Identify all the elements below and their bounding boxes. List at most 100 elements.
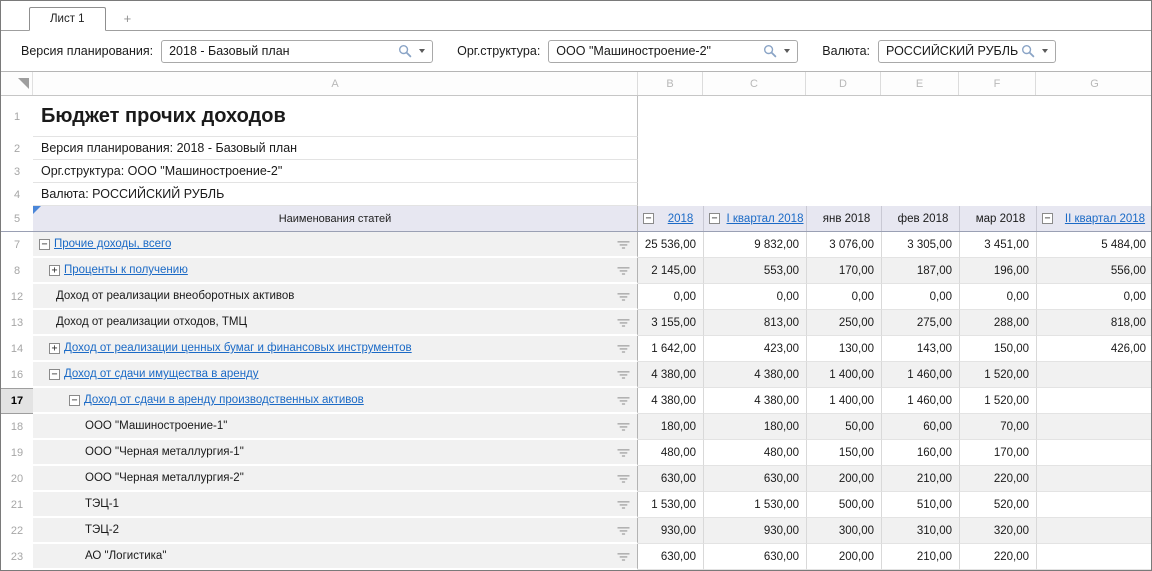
value-cell-q2[interactable]: 818,00 xyxy=(1036,310,1152,336)
value-cell-jan[interactable]: 500,00 xyxy=(806,492,881,518)
value-cell-jan[interactable]: 130,00 xyxy=(806,336,881,362)
value-cell-year[interactable]: 1 642,00 xyxy=(638,336,703,362)
period-header-label[interactable]: I квартал 2018 xyxy=(724,213,806,225)
value-cell-jan[interactable]: 150,00 xyxy=(806,440,881,466)
collapse-icon[interactable]: − xyxy=(1042,213,1053,224)
article-label[interactable]: Проценты к получению xyxy=(64,264,188,276)
report-title-cell[interactable]: Бюджет прочих доходов xyxy=(33,96,638,137)
value-cell-mar[interactable]: 220,00 xyxy=(959,544,1036,570)
value-cell-jan[interactable]: 1 400,00 xyxy=(806,362,881,388)
value-cell-feb[interactable]: 1 460,00 xyxy=(881,362,959,388)
article-name-cell[interactable]: ООО "Машиностроение-1" xyxy=(33,414,638,440)
value-cell-year[interactable]: 480,00 xyxy=(638,440,703,466)
article-name-cell[interactable]: Доход от реализации отходов, ТМЦ xyxy=(33,310,638,336)
filter-icon[interactable] xyxy=(617,240,630,250)
filter-icon[interactable] xyxy=(617,474,630,484)
expander-icon[interactable]: + xyxy=(49,343,60,354)
row-number[interactable]: 14 xyxy=(1,336,33,362)
value-cell-year[interactable]: 4 380,00 xyxy=(638,362,703,388)
value-cell-q1[interactable]: 9 832,00 xyxy=(703,232,806,258)
value-cell-q1[interactable]: 480,00 xyxy=(703,440,806,466)
info-cell[interactable]: Валюта: РОССИЙСКИЙ РУБЛЬ xyxy=(33,183,638,206)
column-header-g[interactable]: G xyxy=(1036,72,1152,95)
row-number[interactable]: 23 xyxy=(1,544,33,570)
value-cell-q2[interactable]: 5 484,00 xyxy=(1036,232,1152,258)
value-cell-year[interactable]: 0,00 xyxy=(638,284,703,310)
value-cell-jan[interactable]: 0,00 xyxy=(806,284,881,310)
value-cell-feb[interactable]: 0,00 xyxy=(881,284,959,310)
value-cell-q2[interactable] xyxy=(1036,492,1152,518)
row-number[interactable]: 7 xyxy=(1,232,33,258)
period-header-cell[interactable]: − II квартал 2018 xyxy=(1036,206,1152,231)
search-icon[interactable] xyxy=(398,44,412,58)
article-name-cell[interactable]: ТЭЦ-1 xyxy=(33,492,638,518)
column-header-c[interactable]: C xyxy=(703,72,806,95)
value-cell-q1[interactable]: 4 380,00 xyxy=(703,388,806,414)
value-cell-mar[interactable]: 1 520,00 xyxy=(959,362,1036,388)
row-number[interactable]: 2 xyxy=(1,137,33,160)
value-cell-q1[interactable]: 813,00 xyxy=(703,310,806,336)
value-cell-year[interactable]: 930,00 xyxy=(638,518,703,544)
period-header-cell[interactable]: янв 2018 xyxy=(806,206,881,231)
value-cell-year[interactable]: 4 380,00 xyxy=(638,388,703,414)
column-header-d[interactable]: D xyxy=(806,72,881,95)
period-header-label[interactable]: 2018 xyxy=(658,213,703,225)
value-cell-q1[interactable]: 553,00 xyxy=(703,258,806,284)
value-cell-q1[interactable]: 423,00 xyxy=(703,336,806,362)
period-header-cell[interactable]: фев 2018 xyxy=(881,206,959,231)
period-header-cell[interactable]: мар 2018 xyxy=(959,206,1036,231)
chevron-down-icon[interactable] xyxy=(784,49,790,53)
article-label[interactable]: Прочие доходы, всего xyxy=(54,238,171,250)
info-cell[interactable]: Орг.структура: ООО "Машиностроение-2" xyxy=(33,160,638,183)
row-number[interactable]: 22 xyxy=(1,518,33,544)
value-cell-feb[interactable]: 210,00 xyxy=(881,466,959,492)
value-cell-year[interactable]: 630,00 xyxy=(638,466,703,492)
article-name-cell[interactable]: + Доход от реализации ценных бумаг и фин… xyxy=(33,336,638,362)
select-all-corner[interactable] xyxy=(1,72,33,95)
filter-icon[interactable] xyxy=(617,370,630,380)
filter-icon[interactable] xyxy=(617,552,630,562)
value-cell-q2[interactable] xyxy=(1036,518,1152,544)
value-cell-mar[interactable]: 150,00 xyxy=(959,336,1036,362)
search-icon[interactable] xyxy=(1021,44,1035,58)
period-header-label[interactable]: II квартал 2018 xyxy=(1057,213,1152,225)
article-label[interactable]: Доход от сдачи в аренду производственных… xyxy=(84,394,364,406)
filter-icon[interactable] xyxy=(617,500,630,510)
value-cell-jan[interactable]: 50,00 xyxy=(806,414,881,440)
value-cell-year[interactable]: 3 155,00 xyxy=(638,310,703,336)
expander-icon[interactable]: − xyxy=(39,239,50,250)
row-number[interactable]: 1 xyxy=(1,96,33,137)
value-cell-feb[interactable]: 210,00 xyxy=(881,544,959,570)
article-name-cell[interactable]: АО "Логистика" xyxy=(33,544,638,570)
filter-icon[interactable] xyxy=(617,396,630,406)
value-cell-jan[interactable]: 1 400,00 xyxy=(806,388,881,414)
value-cell-q1[interactable]: 4 380,00 xyxy=(703,362,806,388)
article-name-cell[interactable]: + Проценты к получению xyxy=(33,258,638,284)
value-cell-feb[interactable]: 510,00 xyxy=(881,492,959,518)
planning-version-input[interactable]: 2018 - Базовый план xyxy=(161,40,433,63)
row-number[interactable]: 21 xyxy=(1,492,33,518)
article-label[interactable]: Доход от реализации ценных бумаг и финан… xyxy=(64,342,412,354)
row-number[interactable]: 8 xyxy=(1,258,33,284)
value-cell-year[interactable]: 2 145,00 xyxy=(638,258,703,284)
value-cell-mar[interactable]: 288,00 xyxy=(959,310,1036,336)
value-cell-feb[interactable]: 143,00 xyxy=(881,336,959,362)
value-cell-mar[interactable]: 520,00 xyxy=(959,492,1036,518)
articles-header-cell[interactable]: Наименования статей xyxy=(33,206,638,231)
row-number[interactable]: 17 xyxy=(1,388,33,414)
value-cell-q2[interactable]: 556,00 xyxy=(1036,258,1152,284)
row-number[interactable]: 20 xyxy=(1,466,33,492)
expander-icon[interactable]: − xyxy=(49,369,60,380)
column-header-f[interactable]: F xyxy=(959,72,1036,95)
value-cell-jan[interactable]: 300,00 xyxy=(806,518,881,544)
value-cell-feb[interactable]: 275,00 xyxy=(881,310,959,336)
value-cell-year[interactable]: 25 536,00 xyxy=(638,232,703,258)
value-cell-q2[interactable] xyxy=(1036,544,1152,570)
row-number[interactable]: 3 xyxy=(1,160,33,183)
period-header-cell[interactable]: − I квартал 2018 xyxy=(703,206,806,231)
value-cell-mar[interactable]: 1 520,00 xyxy=(959,388,1036,414)
value-cell-year[interactable]: 1 530,00 xyxy=(638,492,703,518)
value-cell-feb[interactable]: 1 460,00 xyxy=(881,388,959,414)
value-cell-jan[interactable]: 200,00 xyxy=(806,544,881,570)
value-cell-jan[interactable]: 3 076,00 xyxy=(806,232,881,258)
